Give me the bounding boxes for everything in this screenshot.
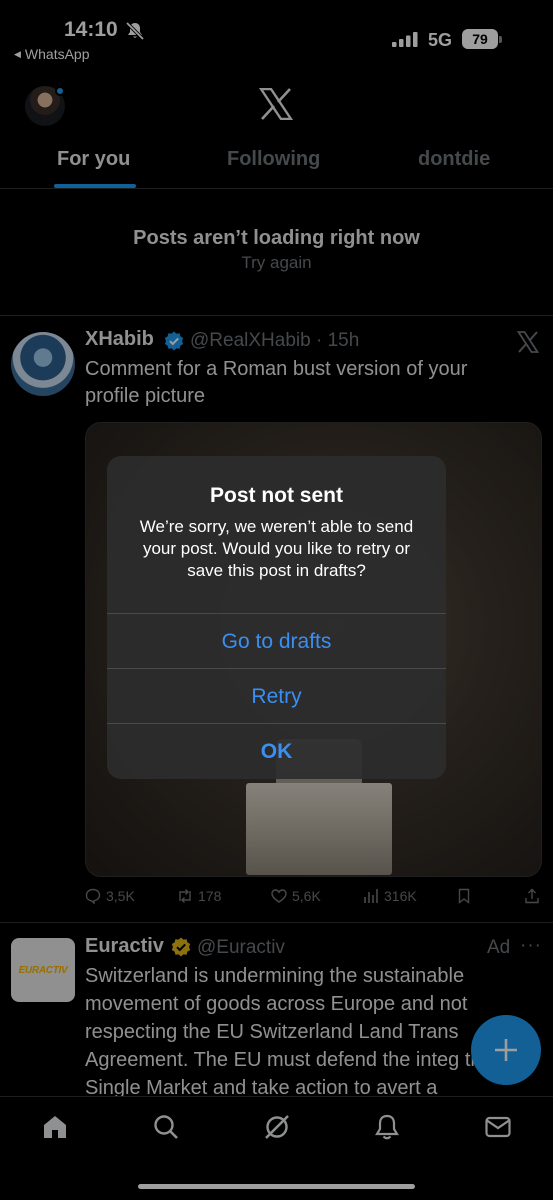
alert-title: Post not sent	[209, 484, 343, 507]
ok-button[interactable]: OK	[107, 723, 446, 778]
alert-message: We’re sorry, we weren’t able to send you…	[139, 517, 414, 580]
go-to-drafts-button[interactable]: Go to drafts	[107, 613, 446, 668]
post-not-sent-alert: Post not sent We’re sorry, we weren’t ab…	[107, 456, 446, 779]
retry-button[interactable]: Retry	[107, 668, 446, 723]
